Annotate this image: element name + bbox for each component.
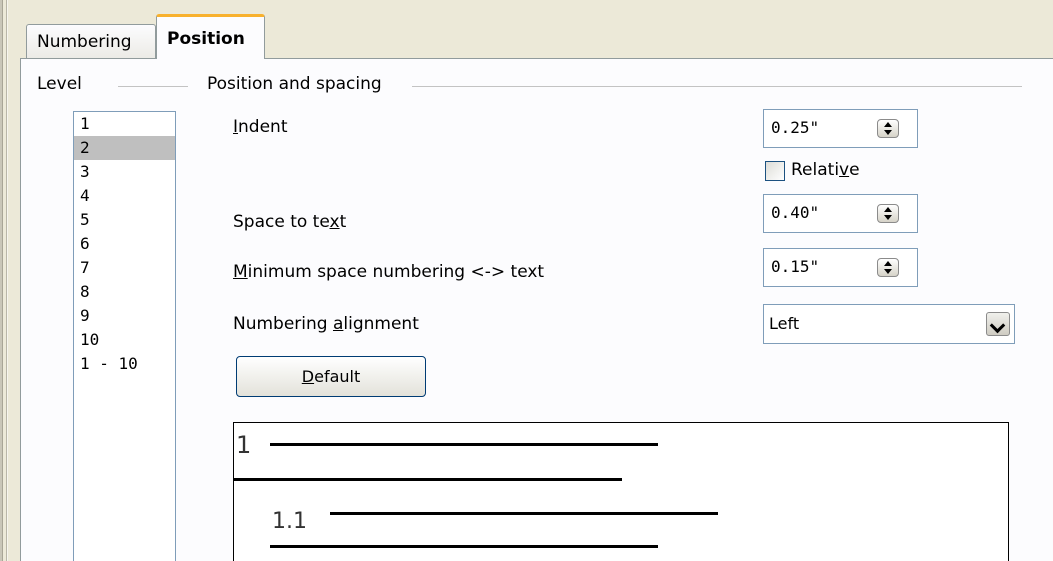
alignment-value: Left <box>769 314 800 333</box>
chevron-down-icon[interactable] <box>986 312 1010 336</box>
window-edge <box>0 0 3 561</box>
space-to-text-pre: Space to te <box>233 212 330 232</box>
level-item-all[interactable]: 1 - 10 <box>74 352 175 376</box>
default-button-mnemonic: D <box>301 367 315 386</box>
preview-level1-number: 1 <box>236 431 252 459</box>
numbering-preview: 1 1.1 <box>233 422 1009 561</box>
indent-label: Indent <box>233 117 287 137</box>
indent-value: 0.25" <box>771 118 820 137</box>
alignment-select[interactable]: Left <box>763 304 1015 344</box>
min-space-spinbox[interactable]: 0.15" <box>763 248 918 287</box>
indent-label-text: ndent <box>238 117 288 137</box>
alignment-post: lignment <box>343 314 419 334</box>
space-to-text-spin-arrows-icon[interactable] <box>877 204 899 223</box>
relative-label[interactable]: Relative <box>791 160 860 180</box>
preview-level1-line <box>270 443 658 446</box>
default-button[interactable]: Default <box>236 356 426 397</box>
space-to-text-mnemonic: x <box>329 212 340 232</box>
level-item-7[interactable]: 7 <box>74 256 175 280</box>
space-to-text-value: 0.40" <box>771 203 820 222</box>
space-to-text-post: t <box>339 212 347 232</box>
window-edge-inner <box>6 0 8 561</box>
level-item-3[interactable]: 3 <box>74 160 175 184</box>
level-item-5[interactable]: 5 <box>74 208 175 232</box>
default-button-text: efault <box>314 367 361 386</box>
indent-spinbox[interactable]: 0.25" <box>763 109 918 148</box>
relative-label-pre: Relati <box>791 160 840 180</box>
level-item-1[interactable]: 1 <box>74 112 175 136</box>
tab-numbering-label: Numbering <box>37 32 132 52</box>
min-space-text: inimum space numbering <-> text <box>247 262 545 282</box>
alignment-mnemonic: a <box>332 314 344 334</box>
indent-spin-arrows-icon[interactable] <box>877 119 899 138</box>
min-space-spin-arrows-icon[interactable] <box>877 258 899 277</box>
relative-checkbox[interactable] <box>765 161 785 181</box>
min-space-mnemonic: M <box>233 262 248 282</box>
preview-level2-wrap-line <box>270 545 658 548</box>
preview-level1-wrap-line <box>234 478 622 481</box>
level-item-10[interactable]: 10 <box>74 328 175 352</box>
level-item-8[interactable]: 8 <box>74 280 175 304</box>
tab-position-label: Position <box>167 29 245 49</box>
level-group-line <box>118 86 188 87</box>
level-list[interactable]: 1 2 3 4 5 6 7 8 9 10 1 - 10 <box>73 111 176 561</box>
alignment-label: Numbering alignment <box>233 314 419 334</box>
relative-label-mnemonic: v <box>839 160 850 180</box>
level-item-9[interactable]: 9 <box>74 304 175 328</box>
tab-position[interactable]: Position <box>156 14 265 59</box>
space-to-text-spinbox[interactable]: 0.40" <box>763 194 918 233</box>
level-item-4[interactable]: 4 <box>74 184 175 208</box>
level-item-6[interactable]: 6 <box>74 232 175 256</box>
min-space-label: Minimum space numbering <-> text <box>233 262 544 282</box>
tab-numbering[interactable]: Numbering <box>26 24 156 58</box>
position-group-header: Position and spacing <box>203 74 386 94</box>
space-to-text-label: Space to text <box>233 212 346 232</box>
level-item-2-selected[interactable]: 2 <box>74 136 175 160</box>
relative-label-post: e <box>849 160 860 180</box>
min-space-value: 0.15" <box>771 257 820 276</box>
preview-level2-number: 1.1 <box>272 509 307 534</box>
alignment-pre: Numbering <box>233 314 333 334</box>
position-group-line <box>412 86 1022 87</box>
level-group-header: Level <box>33 74 86 94</box>
preview-level2-line <box>330 512 718 515</box>
